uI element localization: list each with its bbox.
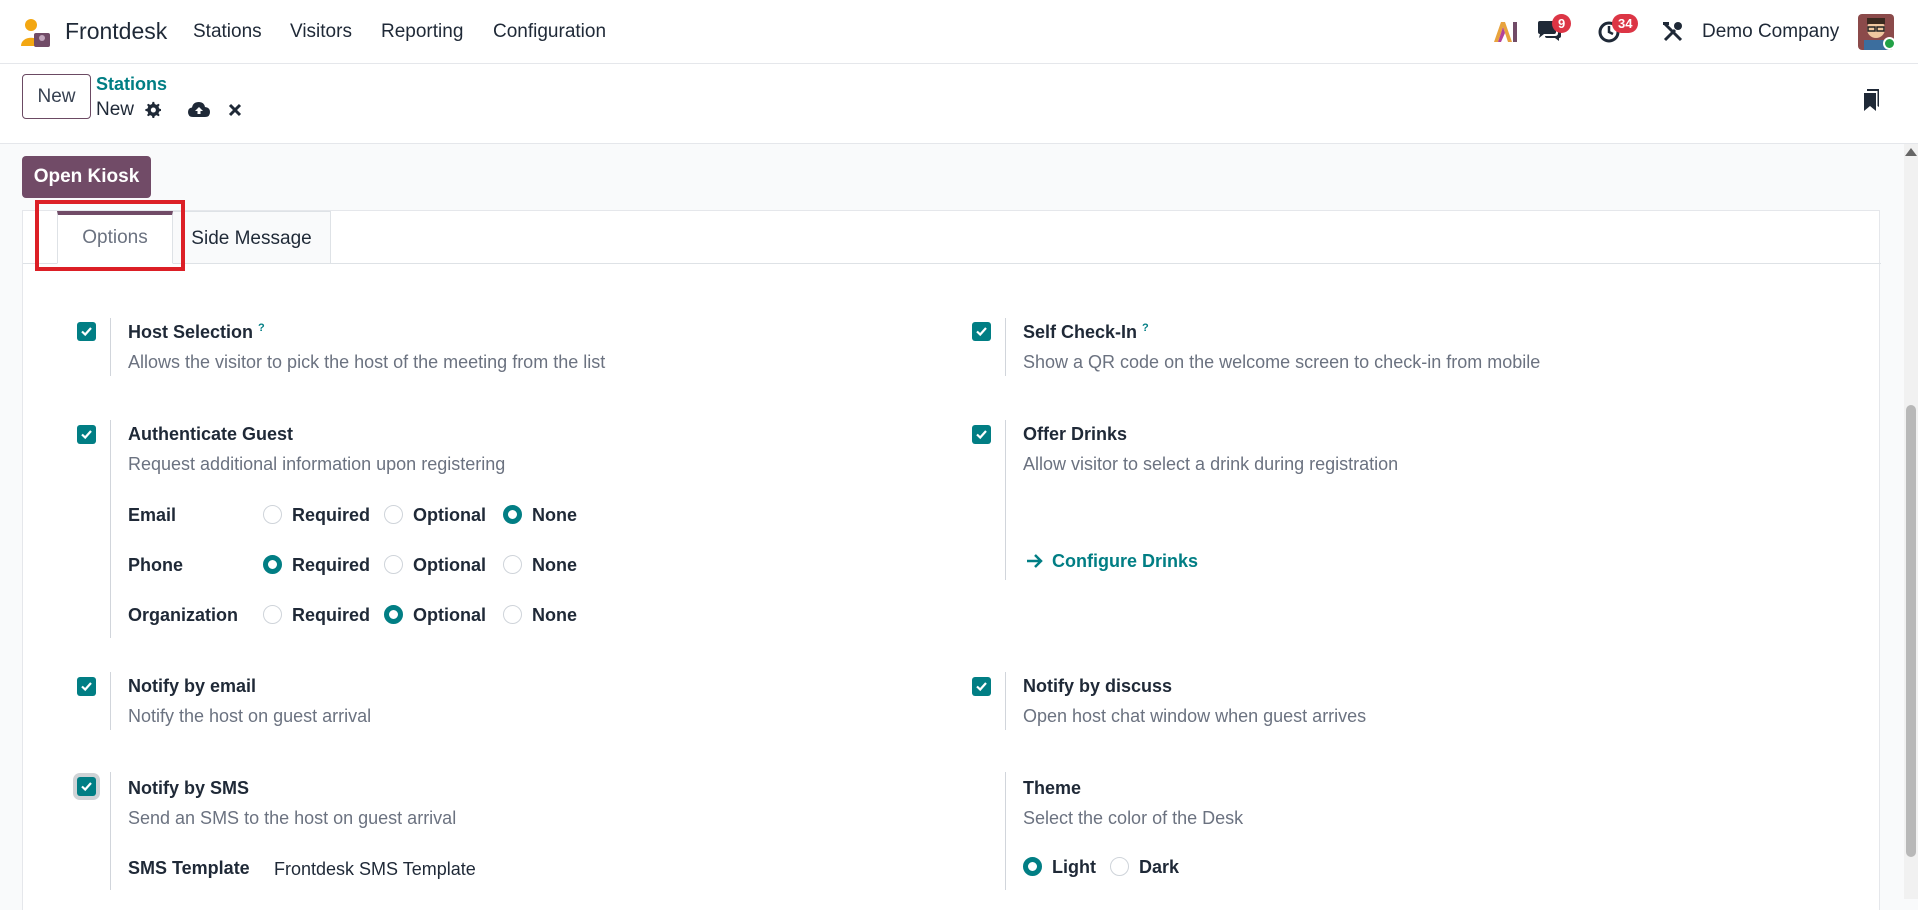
theme-light-label[interactable]: Light (1052, 857, 1096, 878)
authenticate-guest-desc: Request additional information upon regi… (128, 454, 506, 474)
organization-none-radio[interactable] (503, 605, 522, 624)
notify-email-desc: Notify the host on guest arrival (128, 706, 372, 726)
host-selection-desc: Allows the visitor to pick the host of t… (128, 352, 606, 372)
menu-configuration[interactable]: Configuration (493, 21, 606, 43)
tools-icon[interactable] (1662, 21, 1684, 48)
control-panel: New Stations New (0, 64, 1918, 144)
frontdesk-logo-icon[interactable] (20, 17, 52, 49)
gear-icon[interactable] (144, 101, 161, 123)
setting-divider (110, 420, 111, 638)
scrollbar-thumb[interactable] (1906, 405, 1916, 857)
open-kiosk-button[interactable]: Open Kiosk (22, 156, 151, 198)
theme-dark-label[interactable]: Dark (1139, 857, 1179, 878)
help-icon[interactable]: ? (258, 322, 265, 334)
phone-required-label[interactable]: Required (292, 555, 370, 576)
notify-sms-desc: Send an SMS to the host on guest arrival (128, 808, 457, 828)
offer-drinks-checkbox[interactable] (972, 425, 991, 444)
offer-drinks-title: Offer Drinks (1023, 424, 1128, 444)
new-button[interactable]: New (22, 74, 91, 119)
notify-discuss-desc: Open host chat window when guest arrives (1023, 706, 1367, 726)
authenticate-guest-checkbox[interactable] (77, 425, 96, 444)
organization-none-label[interactable]: None (532, 605, 577, 626)
setting-divider (110, 772, 111, 890)
setting-divider (110, 318, 111, 376)
setting-divider (1005, 672, 1006, 730)
tab-options[interactable]: Options (57, 211, 173, 264)
self-checkin-desc: Show a QR code on the welcome screen to … (1023, 352, 1541, 372)
setting-divider (110, 672, 111, 730)
menu-visitors[interactable]: Visitors (290, 21, 352, 43)
notify-email-title: Notify by email (128, 676, 257, 696)
breadcrumb-current: New (96, 99, 135, 120)
offer-drinks-desc: Allow visitor to select a drink during r… (1023, 454, 1399, 474)
setting-divider (1005, 420, 1006, 580)
arrow-right-icon (1027, 554, 1043, 568)
bookmark-icon[interactable] (1862, 88, 1880, 117)
online-status-dot (1883, 37, 1896, 50)
email-required-radio[interactable] (263, 505, 282, 524)
ai-icon[interactable] (1492, 20, 1518, 49)
notify-discuss-title: Notify by discuss (1023, 676, 1173, 696)
theme-desc: Select the color of the Desk (1023, 808, 1244, 828)
self-checkin-label: Self Check-In (1023, 322, 1138, 342)
top-navbar: Frontdesk Stations Visitors Reporting Co… (0, 0, 1918, 64)
phone-required-radio[interactable] (263, 555, 282, 574)
activities-badge: 34 (1612, 14, 1639, 33)
sms-template-field[interactable]: Frontdesk SMS Template (274, 859, 476, 880)
configure-drinks-label: Configure Drinks (1052, 551, 1199, 571)
setting-divider (1005, 772, 1006, 890)
theme-title: Theme (1023, 778, 1082, 798)
breadcrumb-parent[interactable]: Stations (96, 74, 167, 95)
host-selection-checkbox[interactable] (77, 322, 96, 341)
self-checkin-checkbox[interactable] (972, 322, 991, 341)
self-checkin-title: Self Check-In? (1023, 322, 1149, 343)
email-optional-radio[interactable] (384, 505, 403, 524)
organization-optional-label[interactable]: Optional (413, 605, 486, 626)
phone-none-radio[interactable] (503, 555, 522, 574)
organization-optional-radio[interactable] (384, 605, 403, 624)
organization-required-label[interactable]: Required (292, 605, 370, 626)
phone-optional-radio[interactable] (384, 555, 403, 574)
host-selection-title: Host Selection? (128, 322, 265, 343)
notify-discuss-checkbox[interactable] (972, 677, 991, 696)
email-optional-label[interactable]: Optional (413, 505, 486, 526)
notify-email-checkbox[interactable] (77, 677, 96, 696)
menu-reporting[interactable]: Reporting (381, 21, 463, 43)
email-field-label: Email (128, 505, 177, 525)
phone-none-label[interactable]: None (532, 555, 577, 576)
notify-sms-checkbox[interactable] (77, 777, 96, 796)
notify-sms-title: Notify by SMS (128, 778, 250, 798)
messages-badge: 9 (1552, 14, 1572, 33)
scroll-up-arrow-icon[interactable] (1905, 148, 1917, 156)
phone-field-label: Phone (128, 555, 184, 575)
company-switcher[interactable]: Demo Company (1702, 21, 1839, 43)
email-none-radio[interactable] (503, 505, 522, 524)
save-cloud-icon[interactable] (188, 101, 210, 123)
menu-stations[interactable]: Stations (193, 21, 262, 43)
host-selection-label: Host Selection (128, 322, 254, 342)
organization-field-label: Organization (128, 605, 239, 625)
email-required-label[interactable]: Required (292, 505, 370, 526)
email-none-label[interactable]: None (532, 505, 577, 526)
organization-required-radio[interactable] (263, 605, 282, 624)
theme-light-radio[interactable] (1023, 857, 1042, 876)
help-icon[interactable]: ? (1142, 322, 1149, 334)
discard-close-icon[interactable] (228, 103, 242, 122)
setting-divider (1005, 318, 1006, 376)
theme-dark-radio[interactable] (1110, 857, 1129, 876)
phone-optional-label[interactable]: Optional (413, 555, 486, 576)
configure-drinks-link[interactable]: Configure Drinks (1026, 551, 1198, 572)
authenticate-guest-title: Authenticate Guest (128, 424, 294, 444)
sms-template-label: SMS Template (128, 858, 250, 878)
tab-side-message[interactable]: Side Message (173, 211, 331, 264)
app-name[interactable]: Frontdesk (65, 18, 167, 45)
